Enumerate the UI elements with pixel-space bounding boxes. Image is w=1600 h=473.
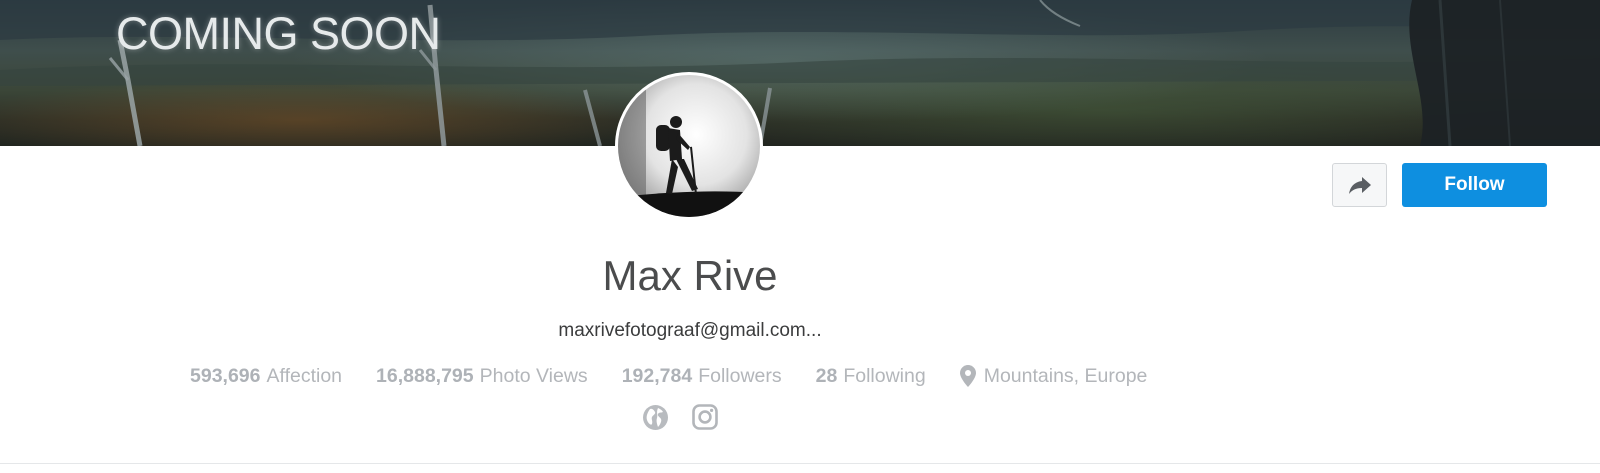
stat-label: Affection <box>266 364 343 387</box>
share-arrow-icon <box>1348 177 1371 194</box>
stat-value: 593,696 <box>190 364 261 387</box>
profile-email: maxrivefotograaf@gmail.com... <box>558 320 822 341</box>
cover-overlay-text: COMING SOON <box>116 8 441 59</box>
stat-label: Followers <box>698 364 782 387</box>
section-divider <box>0 463 1600 464</box>
cover-banner: COMING SOON <box>0 0 1600 146</box>
location-pin-icon <box>959 365 976 387</box>
stat-followers[interactable]: 192,784 Followers <box>622 365 782 388</box>
stat-value: 28 <box>815 364 838 387</box>
stat-label: Photo Views <box>479 364 588 387</box>
follow-button[interactable]: Follow <box>1402 163 1547 207</box>
avatar-photo <box>618 75 760 217</box>
profile-name: Max Rive <box>602 252 778 299</box>
avatar[interactable] <box>615 72 763 220</box>
stats-row: 593,696 Affection 16,888,795 Photo Views… <box>190 364 1181 388</box>
instagram-icon[interactable] <box>691 403 719 431</box>
stat-following[interactable]: 28 Following <box>816 365 926 388</box>
stat-affection: 593,696 Affection <box>190 365 342 388</box>
stat-value: 16,888,795 <box>376 364 474 387</box>
location-text: Mountains, Europe <box>983 364 1148 387</box>
stat-photo-views: 16,888,795 Photo Views <box>376 365 588 388</box>
stat-value: 192,784 <box>621 364 693 387</box>
social-links <box>641 403 741 431</box>
location: Mountains, Europe <box>959 364 1148 388</box>
stat-label: Following <box>843 364 926 387</box>
globe-icon[interactable] <box>641 403 669 431</box>
share-button[interactable] <box>1332 163 1387 207</box>
